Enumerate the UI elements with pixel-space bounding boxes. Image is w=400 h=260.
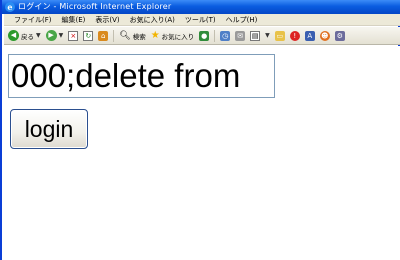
stop-icon[interactable]: × — [68, 30, 79, 41]
messenger-icon[interactable]: ☻ — [319, 30, 330, 41]
menu-favorites[interactable]: お気に入り(A) — [130, 14, 175, 25]
home-icon[interactable]: ⌂ — [98, 30, 109, 41]
star-icon: ★ — [150, 29, 160, 41]
chevron-down-icon[interactable]: ▼ — [36, 32, 41, 39]
page-content: 000;delete from login — [4, 46, 400, 260]
refresh-icon[interactable]: ↻ — [83, 30, 94, 41]
forward-button[interactable]: ▶ ▼ — [45, 29, 64, 43]
menu-file[interactable]: ファイル(F) — [14, 14, 52, 25]
back-button[interactable]: ◀ 戻る ▼ — [8, 29, 41, 43]
menu-view[interactable]: 表示(V) — [95, 14, 119, 25]
toolbar: ◀ 戻る ▼ ▶ ▼ × ↻ ⌂ 🔍︎ 検索 ★ お気に入り ● ◷ ✉ ▤ ▼… — [4, 27, 400, 45]
favorites-label: お気に入り — [161, 32, 195, 41]
toolbar-separator — [214, 29, 216, 42]
tool-icon[interactable]: ⚙ — [334, 30, 345, 41]
folder-icon[interactable]: ▭ — [274, 30, 285, 41]
title-bar: e ログイン - Microsoft Internet Explorer — [2, 0, 400, 14]
chevron-down-icon[interactable]: ▼ — [59, 32, 64, 39]
dictionary-icon[interactable]: A — [304, 30, 315, 41]
text-input[interactable]: 000;delete from — [8, 54, 275, 98]
menu-edit[interactable]: 編集(E) — [62, 14, 86, 25]
chevron-down-icon[interactable]: ▼ — [265, 32, 270, 39]
toolbar-separator — [113, 29, 115, 42]
window-title: ログイン - Microsoft Internet Explorer — [18, 2, 172, 11]
print-icon[interactable]: ▤ — [250, 30, 261, 41]
menu-bar: ファイル(F) 編集(E) 表示(V) お気に入り(A) ツール(T) ヘルプ(… — [4, 14, 400, 26]
search-icon: 🔍︎ — [119, 30, 131, 41]
back-label: 戻る — [21, 32, 34, 41]
stop-sign-icon[interactable]: ! — [289, 30, 300, 41]
mail-icon[interactable]: ✉ — [235, 30, 246, 41]
search-label: 検索 — [132, 32, 146, 41]
menu-help[interactable]: ヘルプ(H) — [226, 14, 258, 25]
browser-window: e ログイン - Microsoft Internet Explorer ファイ… — [0, 0, 400, 260]
favorites-button[interactable]: ★ お気に入り — [151, 29, 194, 43]
ie-logo-icon: e — [5, 2, 15, 12]
history-icon[interactable]: ◷ — [220, 30, 231, 41]
search-button[interactable]: 🔍︎ 検索 — [119, 29, 145, 43]
menu-tools[interactable]: ツール(T) — [185, 14, 216, 25]
media-icon[interactable]: ● — [199, 30, 210, 41]
back-arrow-icon: ◀ — [8, 30, 19, 41]
login-button[interactable]: login — [10, 109, 88, 149]
forward-arrow-icon: ▶ — [45, 30, 57, 41]
